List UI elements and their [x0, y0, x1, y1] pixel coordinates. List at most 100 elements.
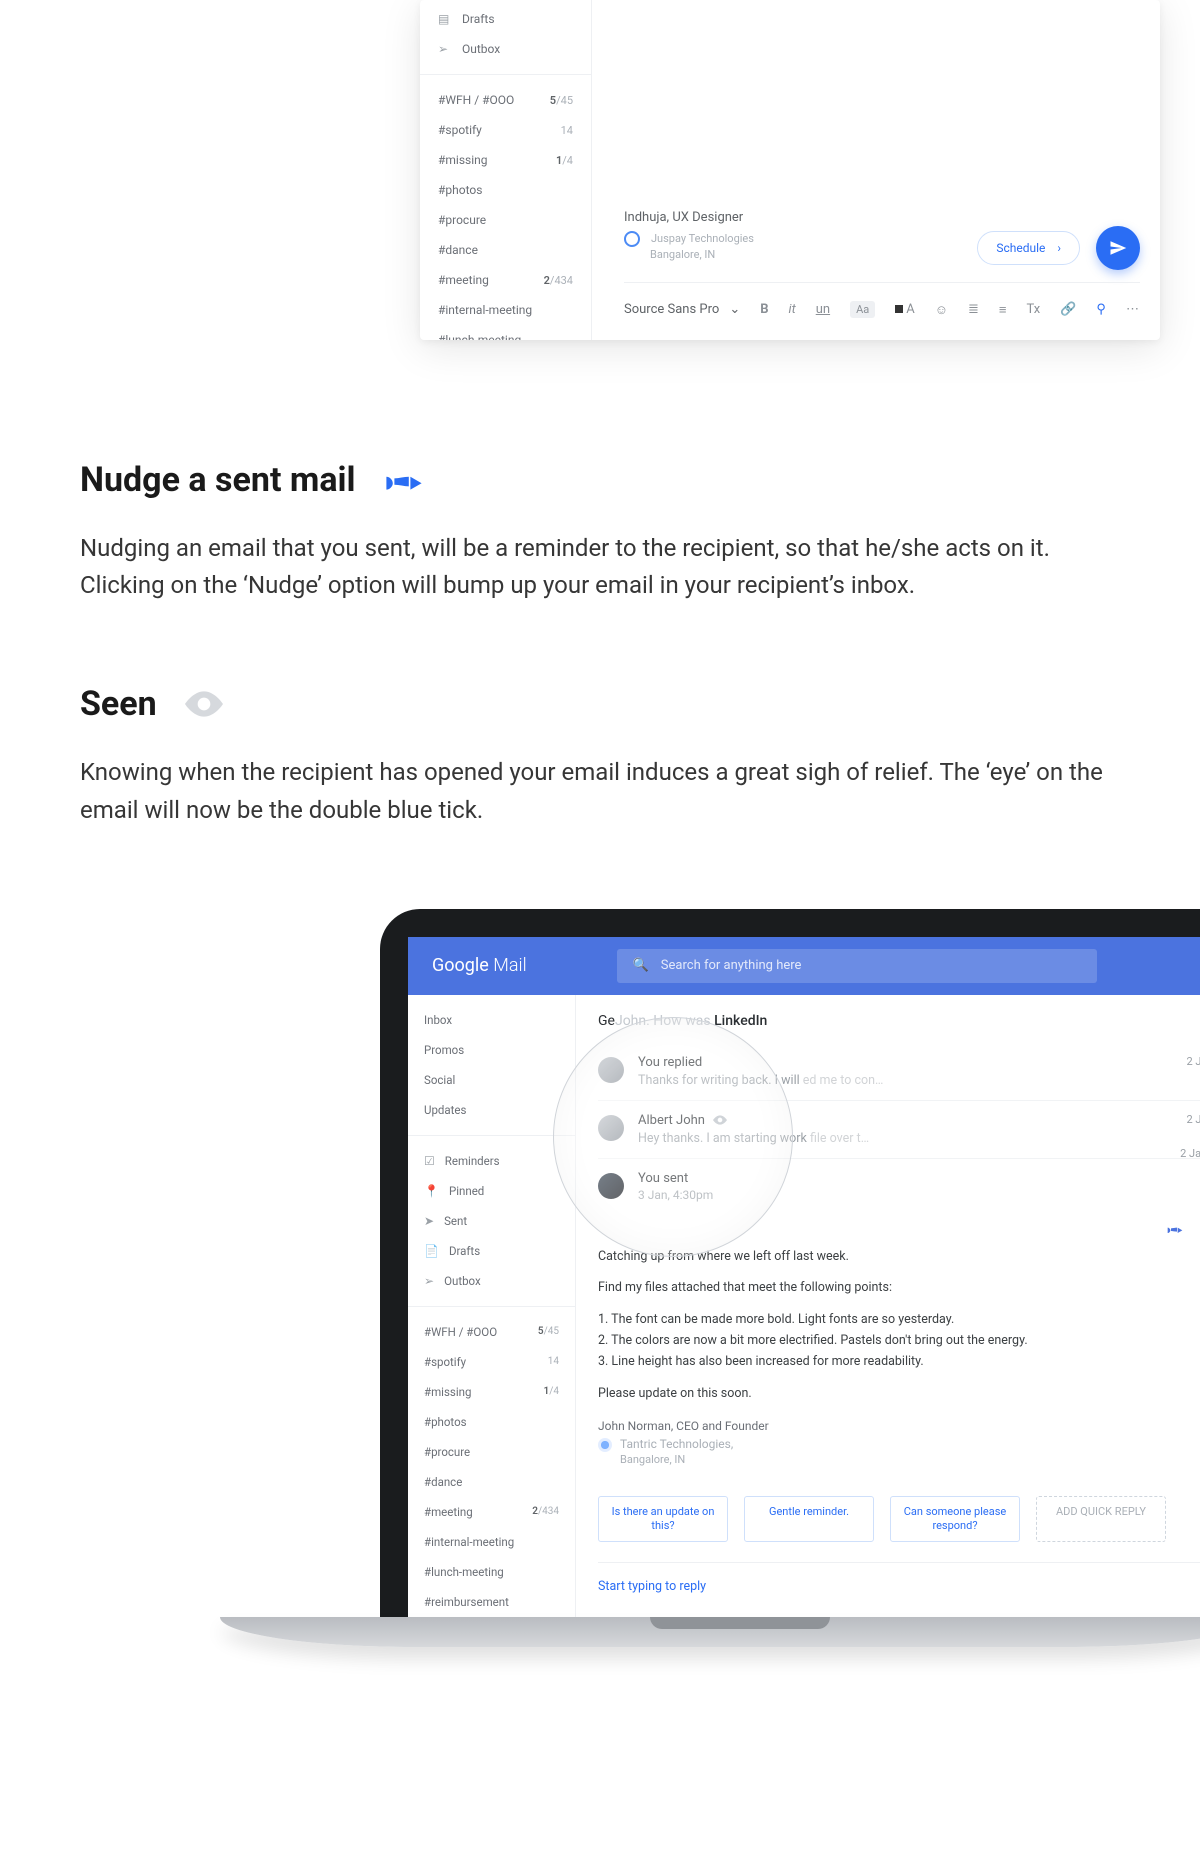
signature-name: John Norman, CEO and Founder — [598, 1419, 1200, 1433]
text-color-button[interactable]: A — [895, 302, 914, 317]
thread-preview: Hey thanks. I am starting work file over… — [638, 1131, 869, 1146]
thread-sender: You sent — [638, 1171, 713, 1186]
quick-replies: Is there an update on this? Gentle remin… — [598, 1496, 1200, 1543]
avatar — [598, 1173, 624, 1199]
thread-item[interactable]: You replied Thanks for writing back. I w… — [598, 1043, 1200, 1101]
sidebar-tag[interactable]: #procure — [408, 1437, 575, 1467]
thread-time: 2 Jan, 9:45 am — [1187, 1113, 1200, 1146]
thread-pane: GeJohn. How was LinkedIn You replied Tha… — [576, 995, 1200, 1617]
add-quick-reply-button[interactable]: ADD QUICK REPLY — [1036, 1496, 1166, 1543]
avatar — [598, 1115, 624, 1141]
signature: John Norman, CEO and Founder Tantric Tec… — [598, 1419, 1200, 1468]
schedule-button[interactable]: Schedule › — [977, 231, 1080, 265]
sidebar-tag[interactable]: #internal-meeting — [408, 1527, 575, 1557]
emoji-button[interactable]: ☺ — [935, 302, 948, 318]
sidebar-item[interactable]: 📍Pinned — [408, 1176, 575, 1206]
thread-subject: GeJohn. How was LinkedIn — [598, 1013, 1200, 1029]
format-toolbar: Source Sans Pro ⌄ B it un Aa A ☺ ≣ ≡ Tx … — [624, 282, 1140, 322]
seen-heading: Seen — [80, 684, 157, 724]
sidebar-folder-drafts[interactable]: ▤Drafts — [420, 4, 591, 34]
sidebar-tag[interactable]: #WFH / #OOO5/45 — [408, 1317, 575, 1347]
laptop-notch — [650, 1617, 830, 1629]
thread-item-sent: You sent 3 Jan, 4:30pm — [598, 1159, 1200, 1214]
sidebar-tag[interactable]: #spotify14 — [420, 115, 591, 145]
search-icon: 🔍 — [633, 958, 649, 973]
file-icon: ▤ — [438, 12, 452, 26]
sidebar-tag[interactable]: #WFH / #OOO5/45 — [420, 85, 591, 115]
sidebar-tag[interactable]: #dance — [408, 1467, 575, 1497]
laptop-mockup: Google Mail 🔍 Search for anything here I… — [380, 909, 1200, 1647]
send-icon — [1109, 239, 1127, 257]
compose-screenshot-top: ▤Drafts ➢Outbox #WFH / #OOO5/45#spotify1… — [420, 0, 1160, 340]
sidebar-item[interactable]: ➢Outbox — [408, 1266, 575, 1296]
signature: Indhuja, UX Designer Juspay Technologies… — [624, 210, 754, 262]
search-input[interactable]: 🔍 Search for anything here — [617, 949, 1097, 983]
sidebar-item[interactable]: Promos — [408, 1035, 575, 1065]
quick-reply-button[interactable]: Is there an update on this? — [598, 1496, 728, 1543]
sidebar-tag[interactable]: #reimbursement — [408, 1587, 575, 1617]
thread-actions — [598, 1222, 1200, 1237]
sidebar-tag[interactable]: #lunch-meeting — [408, 1557, 575, 1587]
quick-reply-button[interactable]: Can someone please respond? — [890, 1496, 1020, 1543]
case-button[interactable]: Aa — [850, 301, 875, 318]
thread-preview: Thanks for writing back. I will ed me to… — [638, 1073, 883, 1088]
sidebar-tag[interactable]: #dance — [420, 235, 591, 265]
avatar — [598, 1057, 624, 1083]
thread-sender: Albert John — [638, 1113, 869, 1128]
thread-time: 2 Jan, 7:04 am — [1187, 1055, 1200, 1088]
divider — [420, 74, 591, 75]
font-select[interactable]: Source Sans Pro ⌄ — [624, 302, 740, 317]
signature-company: Juspay Technologies — [651, 232, 754, 245]
sidebar-tag[interactable]: #internal-meeting — [420, 295, 591, 325]
signature-name: Indhuja, UX Designer — [624, 210, 754, 225]
clear-format-button[interactable]: Tx — [1027, 302, 1041, 317]
sidebar-tag[interactable]: #photos — [408, 1407, 575, 1437]
signature-location: Bangalore, IN — [620, 1452, 1200, 1468]
sidebar-tag[interactable]: #lunch-meeting — [420, 325, 591, 340]
nudge-description: Nudging an email that you sent, will be … — [80, 530, 1110, 604]
send-button[interactable] — [1096, 226, 1140, 270]
sidebar-tag[interactable]: #missing1/4 — [420, 145, 591, 175]
sidebar-tag[interactable]: #procure — [420, 205, 591, 235]
sidebar-tag[interactable]: #spotify14 — [408, 1347, 575, 1377]
signature-location: Bangalore, IN — [650, 247, 754, 262]
email-body: Catching up from where we left off last … — [598, 1247, 1200, 1403]
app-logo: Google Mail — [432, 955, 527, 976]
sidebar-tag[interactable]: #missing1/4 — [408, 1377, 575, 1407]
sidebar-item[interactable]: 📄Drafts — [408, 1236, 575, 1266]
bullet-list-button[interactable]: ≣ — [968, 302, 979, 317]
nudge-icon — [384, 464, 424, 496]
sidebar-item[interactable]: Updates — [408, 1095, 575, 1125]
chevron-down-icon: ⌄ — [729, 302, 740, 317]
more-button[interactable]: ⋯ — [1126, 302, 1139, 317]
sidebar-item[interactable]: ➤Sent — [408, 1206, 575, 1236]
reply-input[interactable]: Start typing to reply — [598, 1579, 706, 1594]
compose-main: Indhuja, UX Designer Juspay Technologies… — [592, 0, 1160, 340]
sidebar-tag[interactable]: #photos — [420, 175, 591, 205]
nudge-action-icon[interactable] — [1167, 1222, 1183, 1237]
sidebar-item[interactable]: Social — [408, 1065, 575, 1095]
attach-button[interactable]: ⚲ — [1096, 302, 1106, 317]
sidebar-tag[interactable]: #meeting2/434 — [408, 1497, 575, 1527]
eye-icon — [185, 691, 223, 717]
italic-button[interactable]: it — [789, 302, 796, 317]
laptop-base — [220, 1617, 1200, 1647]
bold-button[interactable]: B — [760, 302, 768, 317]
sent-meta: 3 Jan, 4:30pm — [638, 1188, 713, 1202]
reply-row: Start typing to reply ↩ ↩↩ — [598, 1562, 1200, 1596]
seen-description: Knowing when the recipient has opened yo… — [80, 754, 1110, 828]
sidebar-tag[interactable]: #meeting2/434 — [420, 265, 591, 295]
outbox-icon: ➢ — [438, 42, 452, 56]
thread-item[interactable]: Albert John Hey thanks. I am starting wo… — [598, 1101, 1200, 1159]
sidebar-folder-outbox[interactable]: ➢Outbox — [420, 34, 591, 64]
nudge-heading: Nudge a sent mail — [80, 460, 356, 500]
app-sidebar: InboxPromosSocialUpdates ☑Reminders📍Pinn… — [408, 995, 576, 1617]
sidebar-item[interactable]: ☑Reminders — [408, 1146, 575, 1176]
quick-reply-button[interactable]: Gentle reminder. — [744, 1496, 874, 1543]
numbered-list-button[interactable]: ≡ — [999, 302, 1007, 318]
company-logo-icon — [598, 1438, 612, 1452]
seen-eye-icon — [713, 1115, 727, 1125]
link-button[interactable]: 🔗 — [1060, 302, 1076, 317]
sidebar-item[interactable]: Inbox — [408, 1005, 575, 1035]
underline-button[interactable]: un — [816, 302, 830, 317]
